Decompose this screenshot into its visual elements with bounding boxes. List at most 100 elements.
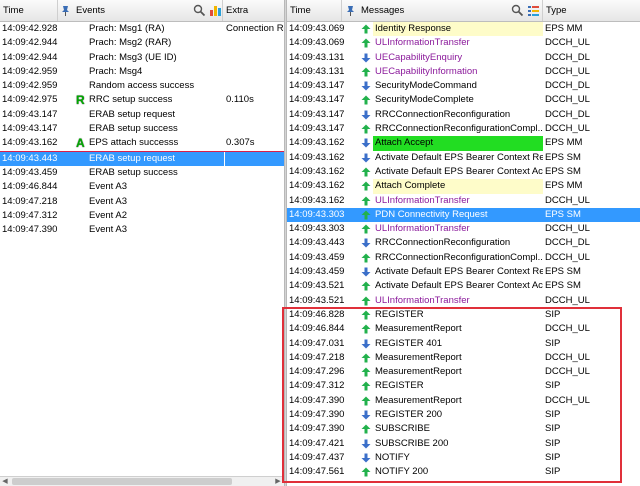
- scroll-left-icon[interactable]: ◀: [1, 478, 9, 485]
- event-row[interactable]: 14:09:43.147 ERAB setup success: [0, 122, 284, 136]
- scroll-right-icon[interactable]: ▶: [274, 478, 282, 485]
- message-row[interactable]: 14:09:43.147 RRCConnectionReconfiguration…: [287, 108, 640, 122]
- bar-chart-icon[interactable]: [209, 4, 222, 17]
- message-name: SUBSCRIBE 200: [375, 437, 449, 449]
- message-type: SIP: [545, 466, 561, 478]
- search-icon[interactable]: [511, 4, 524, 17]
- message-row[interactable]: 14:09:43.147 SecurityModeComplete DCCH_UL: [287, 93, 640, 107]
- message-row[interactable]: 14:09:47.390 SUBSCRIBE SIP: [287, 422, 640, 436]
- time-header-label: Time: [3, 5, 24, 16]
- message-type: DCCH_UL: [545, 194, 590, 206]
- downlink-arrow-icon: [361, 138, 371, 148]
- event-row[interactable]: 14:09:42.944 Prach: Msg2 (RAR): [0, 36, 284, 50]
- event-extra: [224, 180, 284, 194]
- message-type: DCCH_UL: [545, 37, 590, 49]
- uplink-arrow-icon: [361, 324, 371, 334]
- message-row[interactable]: 14:09:43.459 Activate Default EPS Bearer …: [287, 265, 640, 279]
- event-row[interactable]: 14:09:42.975 R RRC setup success 0.110s: [0, 93, 284, 107]
- message-row[interactable]: 14:09:47.312 REGISTER SIP: [287, 379, 640, 393]
- message-time: 14:09:43.162: [289, 180, 345, 192]
- type-column-header[interactable]: Type: [543, 0, 640, 21]
- message-time: 14:09:43.162: [289, 137, 345, 149]
- time-column-header[interactable]: Time: [287, 0, 342, 21]
- event-name: EPS attach successs: [89, 137, 179, 149]
- event-row[interactable]: 14:09:42.944 Prach: Msg3 (UE ID): [0, 51, 284, 65]
- event-row[interactable]: 14:09:43.162 A EPS attach successs 0.307s: [0, 136, 284, 150]
- event-time: 14:09:42.944: [2, 51, 58, 63]
- message-row[interactable]: 14:09:43.162 Attach Accept EPS MM: [287, 136, 640, 151]
- message-row[interactable]: 14:09:43.162 ULInformationTransfer DCCH_UL: [287, 194, 640, 208]
- message-row[interactable]: 14:09:43.069 ULInformationTransfer DCCH_UL: [287, 36, 640, 50]
- event-extra: [224, 151, 284, 166]
- message-type: DCCH_UL: [545, 123, 590, 135]
- event-row[interactable]: 14:09:43.147 ERAB setup request: [0, 108, 284, 122]
- message-row[interactable]: 14:09:47.031 REGISTER 401 SIP: [287, 337, 640, 351]
- message-type: EPS MM: [545, 137, 583, 149]
- event-row[interactable]: 14:09:43.443 ERAB setup request: [0, 150, 284, 166]
- message-row[interactable]: 14:09:43.443 RRCConnectionReconfiguration…: [287, 236, 640, 250]
- message-time: 14:09:43.162: [289, 165, 345, 177]
- message-time: 14:09:43.303: [289, 208, 345, 220]
- message-time: 14:09:43.303: [289, 223, 345, 235]
- message-row[interactable]: 14:09:43.162 Activate Default EPS Bearer …: [287, 151, 640, 165]
- message-name: ULInformationTransfer: [375, 194, 470, 206]
- message-row[interactable]: 14:09:46.844 MeasurementReport DCCH_UL: [287, 322, 640, 336]
- event-row[interactable]: 14:09:47.218 Event A3: [0, 195, 284, 209]
- message-type: DCCH_UL: [545, 366, 590, 378]
- downlink-arrow-icon: [361, 453, 371, 463]
- message-row[interactable]: 14:09:46.828 REGISTER SIP: [287, 308, 640, 322]
- event-row[interactable]: 14:09:42.928 Prach: Msg1 (RA) Connection R…: [0, 22, 284, 36]
- message-type: SIP: [545, 308, 561, 320]
- message-row[interactable]: 14:09:43.162 Attach Complete EPS MM: [287, 179, 640, 194]
- extra-column-header[interactable]: Extra: [223, 0, 284, 21]
- event-row[interactable]: 14:09:46.844 Event A3: [0, 180, 284, 194]
- message-row[interactable]: 14:09:47.390 REGISTER 200 SIP: [287, 408, 640, 422]
- pin-icon[interactable]: [344, 4, 357, 17]
- message-row[interactable]: 14:09:47.390 MeasurementReport DCCH_UL: [287, 394, 640, 408]
- message-row[interactable]: 14:09:43.162 Activate Default EPS Bearer …: [287, 165, 640, 179]
- event-row[interactable]: 14:09:43.459 ERAB setup success: [0, 166, 284, 180]
- message-row[interactable]: 14:09:43.147 SecurityModeCommand DCCH_DL: [287, 79, 640, 93]
- search-icon[interactable]: [193, 4, 206, 17]
- message-time: 14:09:43.459: [289, 251, 345, 263]
- event-row[interactable]: 14:09:42.959 Random access success: [0, 79, 284, 93]
- columns-icon[interactable]: [527, 4, 540, 17]
- message-row[interactable]: 14:09:43.303 PDN Connectivity Request EPS …: [287, 207, 640, 223]
- downlink-arrow-icon: [361, 81, 371, 91]
- message-row[interactable]: 14:09:47.437 NOTIFY SIP: [287, 451, 640, 465]
- message-row[interactable]: 14:09:43.147 RRCConnectionReconfiguration…: [287, 122, 640, 136]
- event-row[interactable]: 14:09:42.959 Prach: Msg4: [0, 65, 284, 79]
- message-row[interactable]: 14:09:47.296 MeasurementReport DCCH_UL: [287, 365, 640, 379]
- event-name: Event A2: [89, 209, 128, 221]
- time-column-header[interactable]: Time: [0, 0, 58, 21]
- scrollbar-thumb[interactable]: [12, 478, 232, 485]
- message-row[interactable]: 14:09:47.561 NOTIFY 200 SIP: [287, 465, 640, 479]
- events-list: 14:09:42.928 Prach: Msg1 (RA) Connection R…: [0, 22, 284, 237]
- message-row[interactable]: 14:09:43.459 RRCConnectionReconfiguration…: [287, 251, 640, 265]
- message-name: REGISTER 200: [375, 409, 443, 421]
- message-row[interactable]: 14:09:43.521 ULInformationTransfer DCCH_UL: [287, 294, 640, 308]
- message-row[interactable]: 14:09:43.131 UECapabilityEnquiry DCCH_DL: [287, 51, 640, 65]
- message-time: 14:09:47.312: [289, 380, 345, 392]
- event-name: Event A3: [89, 224, 128, 236]
- event-name: Event A3: [89, 181, 128, 193]
- event-row[interactable]: 14:09:47.312 Event A2: [0, 209, 284, 223]
- message-name: MeasurementReport: [375, 351, 462, 363]
- message-row[interactable]: 14:09:43.521 Activate Default EPS Bearer …: [287, 279, 640, 293]
- uplink-arrow-icon: [361, 224, 371, 234]
- message-time: 14:09:47.421: [289, 437, 345, 449]
- pin-icon[interactable]: [59, 4, 72, 17]
- message-name: MeasurementReport: [375, 394, 462, 406]
- message-row[interactable]: 14:09:43.303 ULInformationTransfer DCCH_UL: [287, 222, 640, 236]
- horizontal-scrollbar[interactable]: ◀ ▶: [0, 476, 284, 486]
- event-name: Random access success: [89, 80, 195, 92]
- message-name: Attach Accept: [373, 136, 543, 151]
- message-row[interactable]: 14:09:47.421 SUBSCRIBE 200 SIP: [287, 437, 640, 451]
- message-time: 14:09:43.147: [289, 123, 345, 135]
- message-row[interactable]: 14:09:43.069 Identity Response EPS MM: [287, 22, 640, 37]
- uplink-arrow-icon: [361, 95, 371, 105]
- event-row[interactable]: 14:09:47.390 Event A3: [0, 223, 284, 237]
- message-row[interactable]: 14:09:43.131 UECapabilityInformation DCCH_…: [287, 65, 640, 79]
- event-extra: [224, 65, 284, 79]
- message-row[interactable]: 14:09:47.218 MeasurementReport DCCH_UL: [287, 351, 640, 365]
